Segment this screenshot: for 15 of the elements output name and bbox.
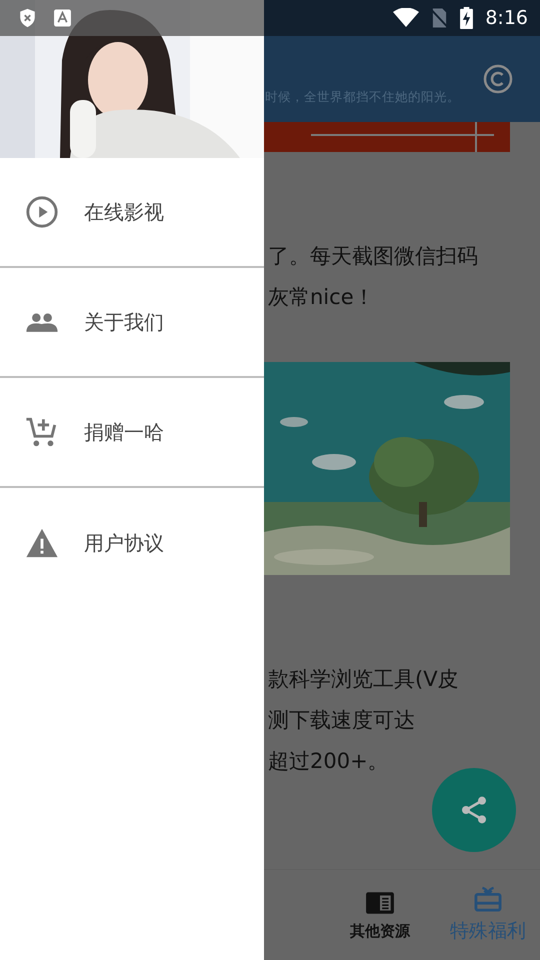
article-text: 超过200+。 bbox=[268, 748, 390, 775]
gift-icon bbox=[473, 886, 503, 912]
status-time: 8:16 bbox=[485, 7, 528, 29]
article-text: 款科学浏览工具(V皮 bbox=[268, 666, 460, 693]
article-text: 测下载速度可达 bbox=[268, 707, 416, 734]
cart-plus-icon bbox=[25, 415, 59, 449]
article-text: 了。每天截图微信扫码 bbox=[268, 243, 479, 270]
play-icon bbox=[25, 195, 59, 229]
book-icon bbox=[365, 890, 395, 916]
article-text: 灰常nice！ bbox=[268, 284, 376, 311]
battery-charging-icon bbox=[460, 7, 474, 29]
drawer-item[interactable]: 用户协议 bbox=[0, 488, 264, 598]
copyright-icon[interactable] bbox=[483, 64, 513, 94]
no-sim-icon bbox=[431, 7, 448, 29]
wifi-icon bbox=[393, 8, 420, 28]
